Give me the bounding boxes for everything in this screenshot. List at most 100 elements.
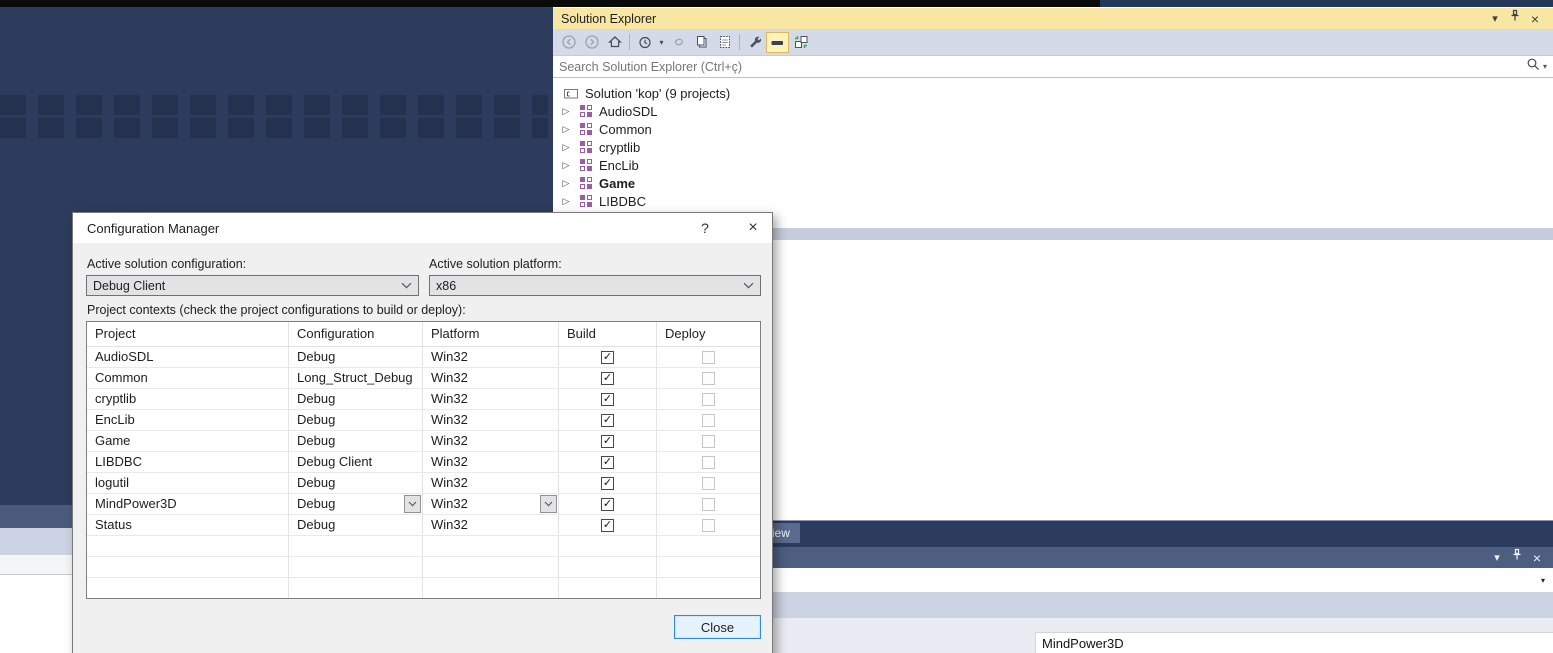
table-row[interactable]: GameDebugWin32 ✓ [87,431,760,452]
deploy-checkbox[interactable] [702,351,715,364]
expander-icon[interactable]: ▷ [561,178,571,189]
project-cell[interactable]: cryptlib [87,389,289,410]
close-icon[interactable]: × [1527,549,1547,567]
project-contexts-label: Project contexts (check the project conf… [87,303,466,317]
help-button[interactable]: ? [691,213,719,243]
configuration-cell[interactable]: Debug [289,347,423,368]
cell-dropdown-button[interactable] [540,495,557,513]
build-checkbox[interactable]: ✓ [601,372,614,385]
cell-dropdown-button[interactable] [404,495,421,513]
copy-documents-icon[interactable] [690,32,713,53]
build-checkbox[interactable]: ✓ [601,351,614,364]
project-cell[interactable]: MindPower3D [87,494,289,515]
deploy-checkbox[interactable] [702,393,715,406]
deploy-checkbox[interactable] [702,498,715,511]
expander-icon[interactable]: ▷ [561,106,571,117]
table-row[interactable]: cryptlibDebugWin32 ✓ [87,389,760,410]
tree-item-project[interactable]: ▷Game [553,174,1553,192]
combo-dropdown-icon[interactable]: ▾ [1541,576,1545,585]
properties-wrench-icon[interactable] [743,32,766,53]
deploy-checkbox[interactable] [702,477,715,490]
forward-icon[interactable] [580,32,603,53]
build-checkbox[interactable]: ✓ [601,519,614,532]
home-icon[interactable] [603,32,626,53]
sync-with-active-document-icon[interactable] [789,32,812,53]
solution-explorer-search[interactable]: Search Solution Explorer (Ctrl+ç) ▾ [553,56,1553,78]
close-icon[interactable]: × [1525,10,1545,28]
table-row[interactable]: StatusDebugWin32 ✓ [87,515,760,536]
search-options-dropdown-icon[interactable]: ▾ [1543,62,1547,71]
deploy-checkbox[interactable] [702,456,715,469]
platform-cell[interactable]: Win32 [423,389,559,410]
table-row[interactable]: logutilDebugWin32 ✓ [87,473,760,494]
table-row[interactable]: LIBDBCDebug ClientWin32 ✓ [87,452,760,473]
pin-icon[interactable] [1505,9,1525,28]
expander-icon[interactable]: ▷ [561,196,571,207]
back-icon[interactable] [557,32,580,53]
table-row[interactable]: MindPower3DDebugWin32 ✓ [87,494,760,515]
filter-dropdown-icon[interactable]: ▾ [656,32,667,53]
preview-selected-items-toggle[interactable] [766,32,789,53]
tree-item-project[interactable]: ▷AudioSDL [553,102,1553,120]
build-checkbox[interactable]: ✓ [601,456,614,469]
dialog-titlebar[interactable]: Configuration Manager ? × [73,213,772,243]
configuration-cell[interactable]: Long_Struct_Debug [289,368,423,389]
expander-icon[interactable]: ▷ [561,160,571,171]
configuration-cell[interactable]: Debug [289,389,423,410]
window-position-icon[interactable]: ▾ [1485,10,1505,28]
tree-item-project[interactable]: ▷LIBDBC [553,192,1553,210]
deploy-checkbox[interactable] [702,519,715,532]
project-cell[interactable]: Game [87,431,289,452]
configuration-cell[interactable]: Debug [289,515,423,536]
project-cell[interactable]: LIBDBC [87,452,289,473]
table-row[interactable]: CommonLong_Struct_DebugWin32 ✓ [87,368,760,389]
project-cell[interactable]: AudioSDL [87,347,289,368]
configuration-cell[interactable]: Debug [289,431,423,452]
platform-cell[interactable]: Win32 [423,410,559,431]
table-row[interactable]: EncLibDebugWin32 ✓ [87,410,760,431]
expander-icon[interactable]: ▷ [561,142,571,153]
configuration-cell[interactable]: Debug [289,410,423,431]
close-button[interactable]: Close [674,615,761,639]
active-platform-combobox[interactable]: x86 [429,275,761,296]
pending-changes-filter-icon[interactable] [633,32,656,53]
build-checkbox[interactable]: ✓ [601,477,614,490]
table-row[interactable]: AudioSDLDebugWin32 ✓ [87,347,760,368]
active-configuration-combobox[interactable]: Debug Client [86,275,419,296]
platform-cell[interactable]: Win32 [423,368,559,389]
search-icon[interactable] [1526,57,1540,76]
dialog-close-icon[interactable]: × [735,213,771,243]
platform-cell[interactable]: Win32 [423,452,559,473]
configuration-cell[interactable]: Debug Client [289,452,423,473]
expander-icon[interactable]: ▷ [561,124,571,135]
show-all-files-icon[interactable] [713,32,736,53]
platform-cell[interactable]: Win32 [423,515,559,536]
deploy-checkbox[interactable] [702,372,715,385]
platform-cell[interactable]: Win32 [423,347,559,368]
deploy-checkbox[interactable] [702,414,715,427]
platform-cell[interactable]: Win32 [423,473,559,494]
tree-item-project[interactable]: ▷Common [553,120,1553,138]
refresh-icon[interactable] [667,32,690,53]
build-checkbox[interactable]: ✓ [601,414,614,427]
tree-item-project[interactable]: ▷EncLib [553,156,1553,174]
project-cell[interactable]: Common [87,368,289,389]
pin-icon[interactable] [1507,548,1527,567]
configuration-cell[interactable]: Debug [289,494,423,515]
dropdown-popup-item[interactable]: MindPower3D [1035,632,1553,653]
build-checkbox[interactable]: ✓ [601,498,614,511]
platform-cell[interactable]: Win32 [423,494,559,515]
project-cell[interactable]: Status [87,515,289,536]
build-checkbox[interactable]: ✓ [601,435,614,448]
project-cell[interactable]: logutil [87,473,289,494]
window-position-icon[interactable]: ▾ [1487,549,1507,567]
project-cell[interactable]: EncLib [87,410,289,431]
deploy-checkbox[interactable] [702,435,715,448]
solution-explorer-titlebar[interactable]: Solution Explorer ▾ × [553,8,1553,29]
platform-cell[interactable]: Win32 [423,431,559,452]
configuration-cell[interactable]: Debug [289,473,423,494]
tree-item-solution[interactable]: Solution 'kop' (9 projects) [553,84,1553,102]
tree-item-project[interactable]: ▷cryptlib [553,138,1553,156]
build-checkbox[interactable]: ✓ [601,393,614,406]
empty-cell [559,578,657,599]
